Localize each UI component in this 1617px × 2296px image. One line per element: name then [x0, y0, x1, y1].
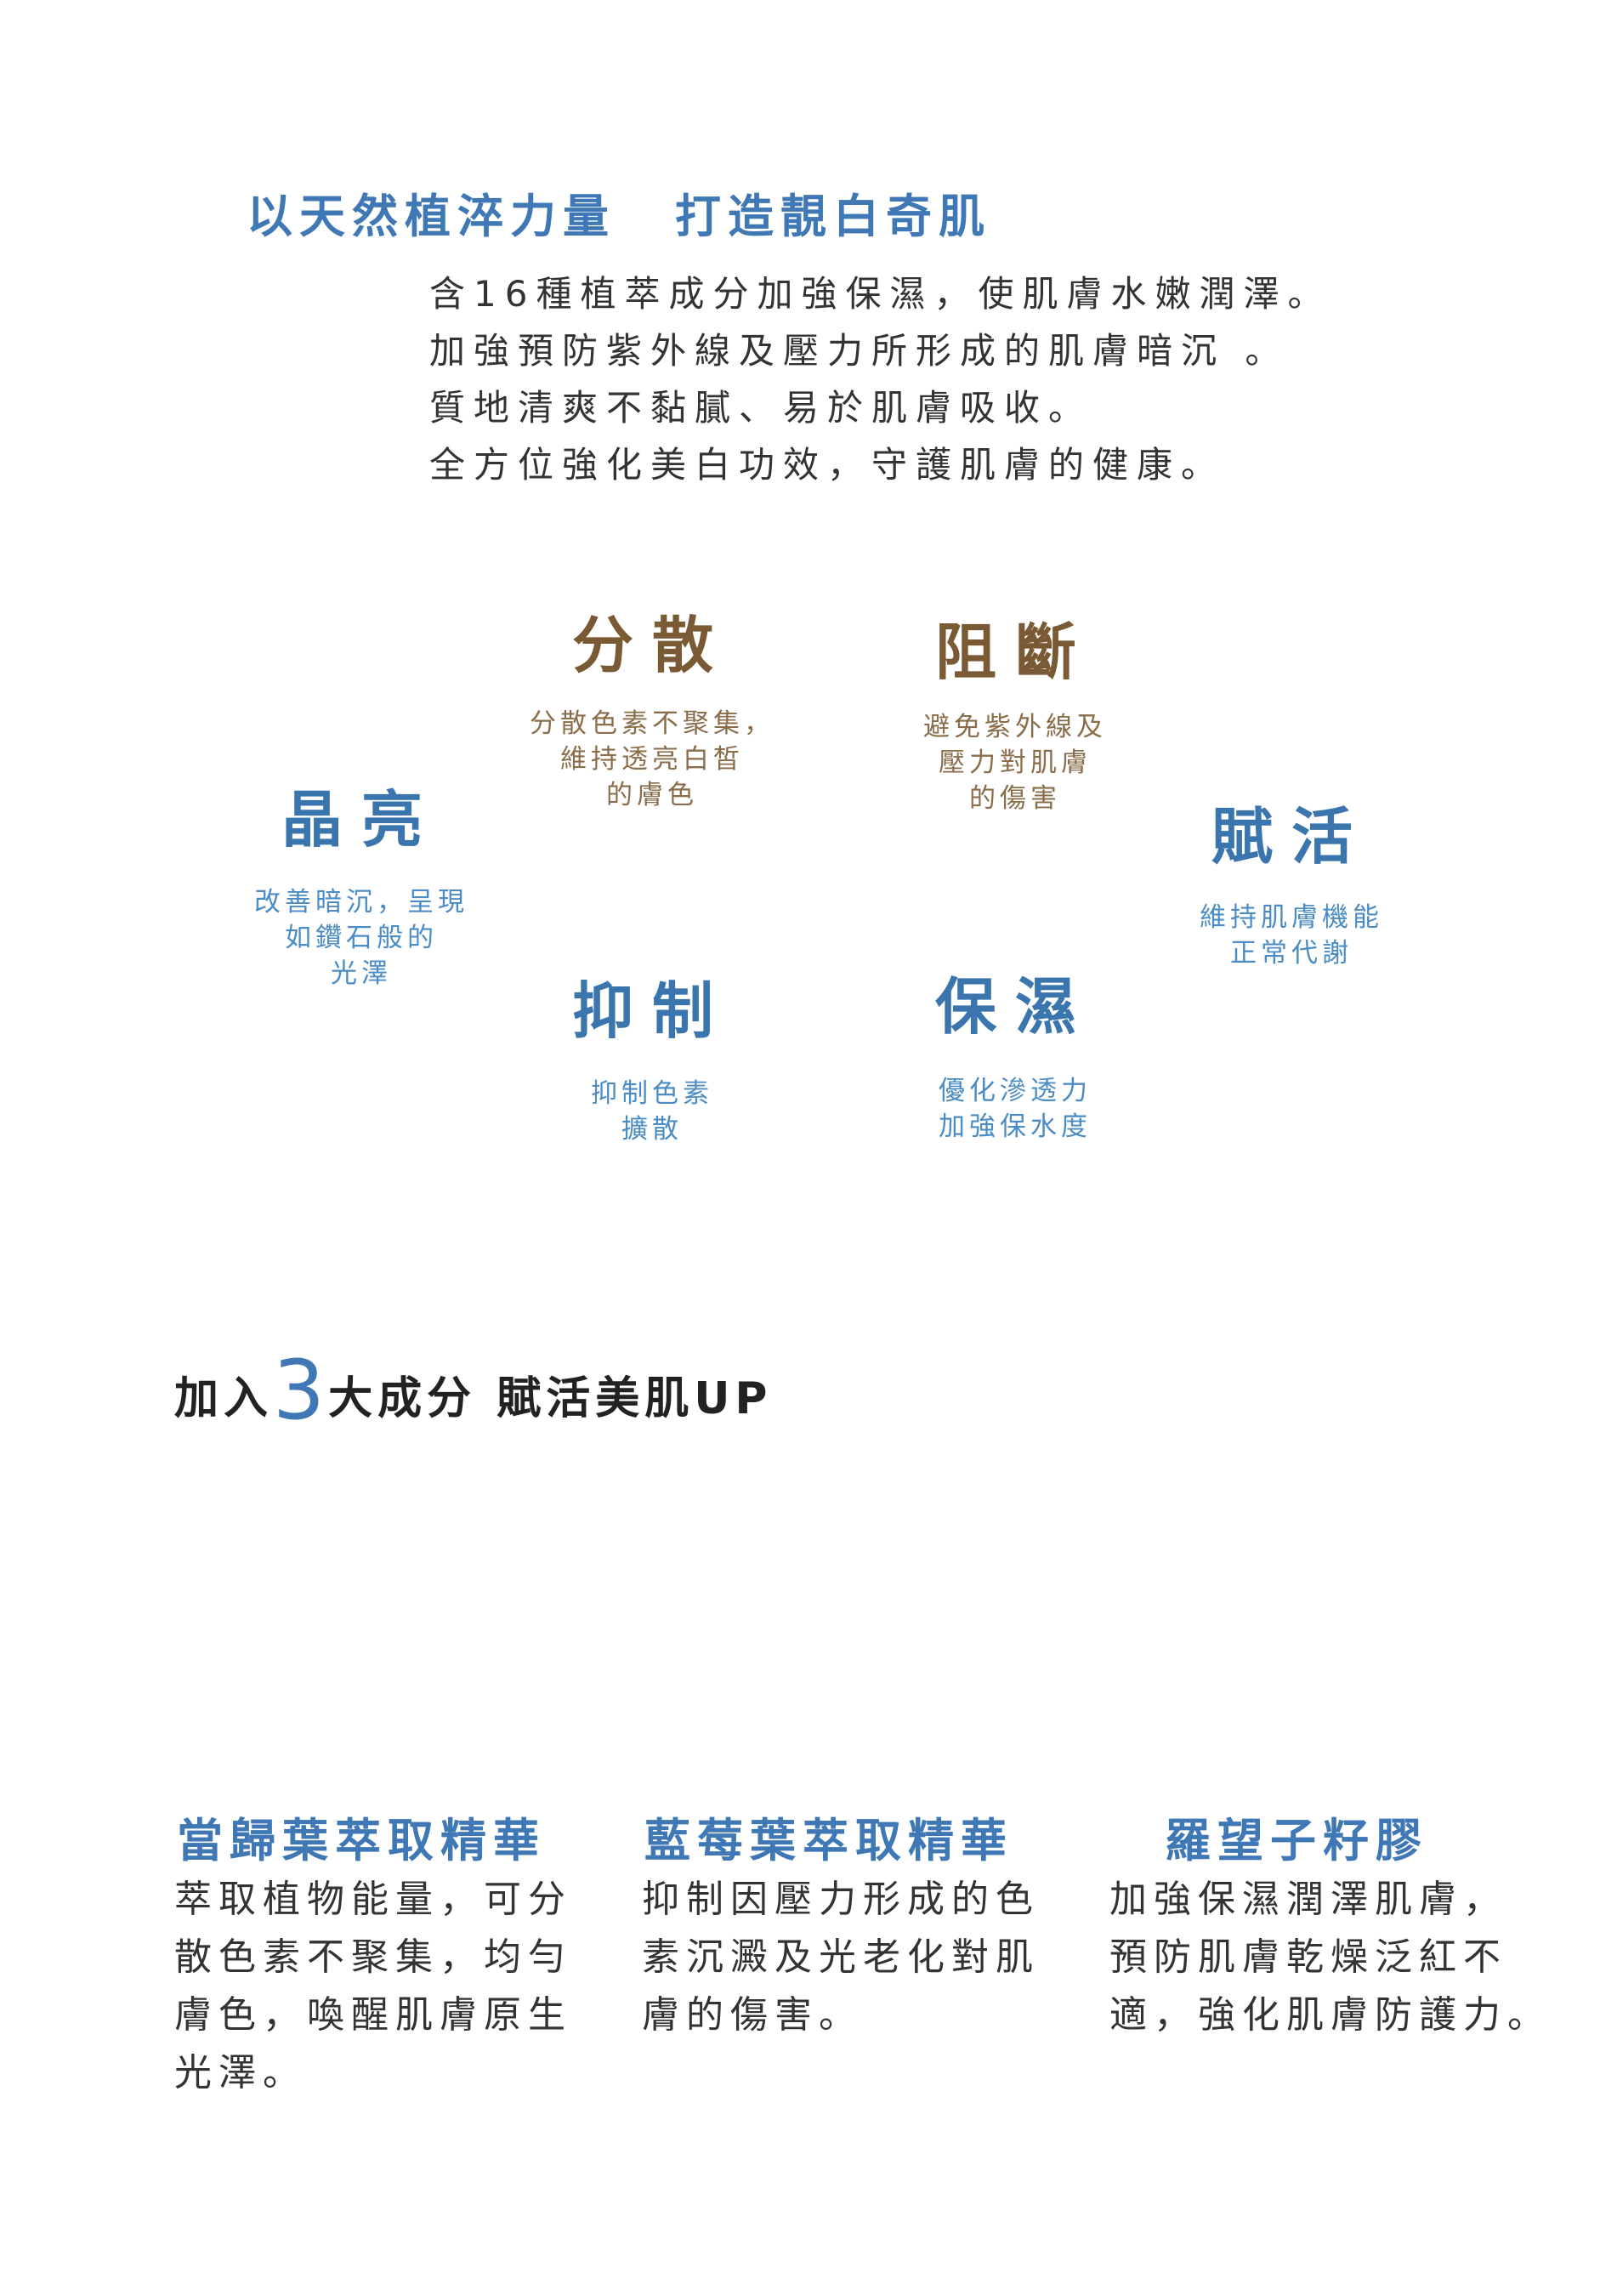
benefit-title-inhibit: 抑制 — [571, 975, 732, 1047]
ingredient-desc-tamarind-gum: 加強保濕潤澤肌膚， 預防肌膚乾燥泛紅不 適，強化肌膚防護力。 — [1109, 1871, 1552, 2044]
intro-line: 加強預防紫外線及壓力所形成的肌膚暗沉 。 — [429, 330, 1290, 372]
benefit-desc-line: 正常代謝 — [1230, 938, 1353, 969]
benefit-desc-line: 的傷害 — [969, 783, 1061, 814]
benefit-desc-revitalize: 維持肌膚機能 正常代謝 — [1138, 900, 1444, 971]
ingredient-desc-line: 膚的傷害。 — [642, 1993, 863, 2037]
benefit-title-brighten: 晶亮 — [281, 783, 441, 855]
ingredient-desc-line: 適，強化肌膚防護力。 — [1109, 1993, 1552, 2037]
ingredient-desc-line: 素沉澱及光老化對肌 — [642, 1935, 1040, 1979]
ingredient-desc-line: 萃取植物能量，可分 — [174, 1878, 572, 1921]
section-title: 加入3大成分 賦活美肌UP — [174, 1350, 773, 1437]
intro-line: 全方位強化美白功效，守護肌膚的健康。 — [429, 444, 1226, 486]
benefit-desc-line: 改善暗沉，呈現 — [254, 887, 468, 918]
benefit-desc-line: 如鑽石般的 — [285, 923, 438, 953]
section-title-prefix: 加入 — [174, 1373, 274, 1424]
benefit-title-revitalize: 賦活 — [1211, 800, 1371, 872]
benefit-desc-line: 光澤 — [331, 958, 392, 989]
ingredient-desc-angelica: 萃取植物能量，可分 散色素不聚集，均勻 膚色，喚醒肌膚原生 光澤。 — [174, 1871, 574, 2102]
ingredient-desc-line: 加強保濕潤澤肌膚， — [1109, 1878, 1507, 1921]
benefit-desc-line: 加強保水度 — [939, 1111, 1092, 1142]
benefit-title-block: 阻斷 — [934, 616, 1095, 688]
section-title-suffix: 大成分 賦活美肌UP — [328, 1373, 773, 1424]
ingredient-name-blueberry-leaf: 藍莓葉萃取精華 — [644, 1814, 1013, 1867]
benefit-desc-line: 分散色素不聚集， — [530, 708, 774, 739]
ingredient-desc-blueberry-leaf: 抑制因壓力形成的色 素沉澱及光老化對肌 膚的傷害。 — [642, 1871, 1041, 2044]
ingredient-desc-line: 膚色，喚醒肌膚原生 — [174, 1993, 572, 2037]
benefit-desc-block: 避免紫外線及 壓力對肌膚 的傷害 — [862, 709, 1168, 816]
section-title-number: 3 — [273, 1343, 329, 1438]
benefit-desc-disperse: 分散色素不聚集， 維持透亮白皙 的膚色 — [499, 706, 805, 813]
benefit-title-disperse: 分散 — [571, 609, 732, 681]
benefit-desc-inhibit: 抑制色素 擴散 — [499, 1076, 805, 1147]
benefit-desc-line: 抑制色素 — [591, 1078, 713, 1109]
benefit-desc-line: 優化滲透力 — [939, 1076, 1092, 1106]
ingredient-desc-line: 散色素不聚集，均勻 — [174, 1935, 572, 1979]
benefit-desc-line: 的膚色 — [606, 780, 698, 810]
benefit-desc-line: 避免紫外線及 — [923, 712, 1107, 742]
ingredient-name-tamarind-gum: 羅望子籽膠 — [1165, 1814, 1428, 1867]
benefit-desc-moisturize: 優化滲透力 加強保水度 — [862, 1073, 1168, 1145]
ingredient-name-angelica: 當歸葉萃取精華 — [177, 1814, 546, 1867]
benefit-desc-line: 壓力對肌膚 — [939, 747, 1092, 778]
benefit-desc-brighten: 改善暗沉，呈現 如鑽石般的 光澤 — [208, 884, 514, 992]
benefit-desc-line: 維持透亮白皙 — [560, 744, 744, 775]
benefit-desc-line: 維持肌膚機能 — [1200, 902, 1383, 933]
ingredient-desc-line: 預防肌膚乾燥泛紅不 — [1109, 1935, 1507, 1979]
headline-part-2: 打造靚白奇肌 — [675, 190, 991, 243]
benefit-desc-line: 擴散 — [621, 1114, 683, 1145]
headline-part-1: 以天然植淬力量 — [247, 190, 616, 243]
intro-line: 含16種植萃成分加強保濕，使肌膚水嫩潤澤。 — [429, 273, 1332, 315]
intro-line: 質地清爽不黏膩、易於肌膚吸收。 — [429, 387, 1093, 429]
intro-text: 含16種植萃成分加強保濕，使肌膚水嫩潤澤。 加強預防紫外線及壓力所形成的肌膚暗沉… — [429, 265, 1331, 493]
headline: 以天然植淬力量 打造靚白奇肌 — [247, 179, 991, 246]
ingredient-desc-line: 抑制因壓力形成的色 — [642, 1878, 1040, 1921]
ingredient-desc-line: 光澤。 — [174, 2051, 307, 2094]
benefit-title-moisturize: 保濕 — [934, 970, 1095, 1043]
